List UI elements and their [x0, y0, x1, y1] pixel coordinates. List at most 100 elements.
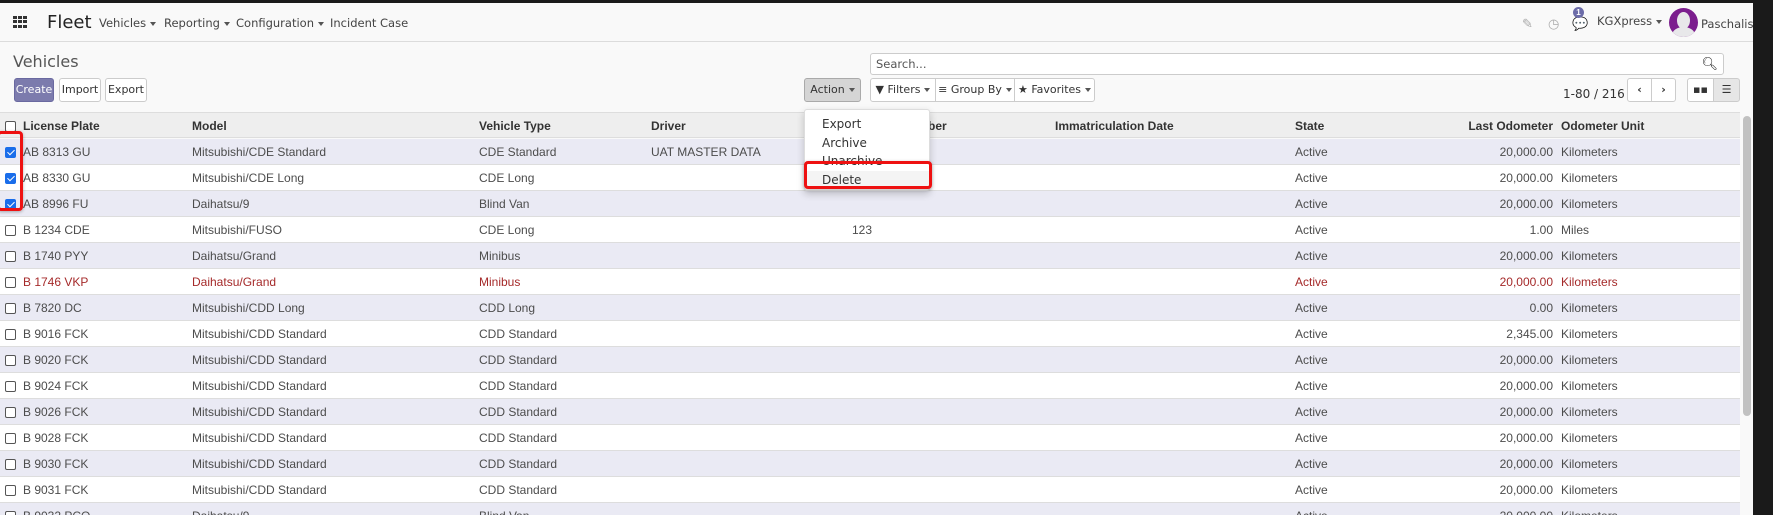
group-by-button[interactable]: ≡ Group By: [935, 78, 1015, 102]
column-header-state[interactable]: State: [1295, 113, 1324, 139]
table-scrollbar[interactable]: [1743, 116, 1751, 416]
cell-model: Daihatsu/9: [192, 503, 249, 515]
cell-model: Mitsubishi/CDD Standard: [192, 379, 327, 393]
pager-value[interactable]: 1-80 / 216: [1563, 87, 1625, 101]
caret-down-icon: [223, 21, 230, 26]
user-name[interactable]: Paschalis: [1701, 17, 1753, 31]
cell-state: Active: [1295, 301, 1328, 315]
menu-incident-case[interactable]: Incident Case: [330, 16, 408, 30]
row-checkbox[interactable]: [5, 355, 16, 366]
row-checkbox[interactable]: [5, 303, 16, 314]
cell-vehicle-type: CDD Standard: [479, 457, 558, 471]
cell-model: Daihatsu/9: [192, 197, 250, 211]
row-checkbox[interactable]: [5, 459, 16, 470]
list-view-icon[interactable]: ☰: [1713, 78, 1740, 102]
table-row[interactable]: B 9030 FCK Mitsubishi/CDD Standard CDD Sta…: [0, 451, 1740, 477]
avatar[interactable]: [1669, 8, 1698, 37]
row-checkbox[interactable]: [5, 407, 16, 418]
row-checkbox[interactable]: [5, 251, 16, 262]
table-row[interactable]: B 1746 VKP Daihatsu/Grand Minibus Active 20,…: [0, 269, 1740, 295]
cell-chassis-number: 123: [852, 223, 873, 237]
caret-down-icon: [924, 88, 931, 92]
column-header-driver[interactable]: Driver: [651, 113, 686, 139]
column-header-immatriculation-date[interactable]: Immatriculation Date: [1055, 113, 1174, 139]
row-checkbox[interactable]: [5, 433, 16, 444]
row-checkbox[interactable]: [5, 277, 16, 288]
edit-icon[interactable]: ✎: [1522, 16, 1533, 32]
clock-icon[interactable]: ◷: [1548, 16, 1559, 32]
column-header-model[interactable]: Model: [192, 113, 227, 139]
row-checkbox[interactable]: [5, 381, 16, 392]
table-row[interactable]: B 7820 DC Mitsubishi/CDD Long CDD Long Acti…: [0, 295, 1740, 321]
pager-previous-button[interactable]: ‹: [1627, 78, 1652, 102]
search-input[interactable]: [871, 54, 1681, 74]
table-row[interactable]: B 9016 FCK Mitsubishi/CDD Standard CDD Sta…: [0, 321, 1740, 347]
cell-odometer-unit: Kilometers: [1561, 503, 1618, 515]
cell-license-plate: B 7820 DC: [23, 301, 82, 315]
cell-license-plate: B 9026 FCK: [23, 405, 89, 419]
cell-license-plate: B 9032 PCO: [23, 503, 90, 515]
table-row[interactable]: B 1740 PYY Daihatsu/Grand Minibus Active 20,…: [0, 243, 1740, 269]
cell-vehicle-type: Blind Van: [479, 503, 529, 515]
cell-vehicle-type: CDD Standard: [479, 405, 558, 419]
cell-vehicle-type: CDE Standard: [479, 145, 557, 159]
menu-vehicles[interactable]: Vehicles: [99, 16, 157, 30]
menu-reporting[interactable]: Reporting: [164, 16, 230, 30]
row-checkbox[interactable]: [5, 329, 16, 340]
filters-button[interactable]: ▼ Filters: [870, 78, 936, 102]
odoo-app: Fleet Vehicles Reporting Configuration I…: [0, 3, 1753, 515]
search-icon[interactable]: 🔍︎: [1701, 56, 1718, 72]
cell-state: Active: [1295, 197, 1328, 211]
chat-icon[interactable]: 💬: [1572, 16, 1588, 32]
create-button[interactable]: Create: [14, 78, 54, 102]
export-button[interactable]: Export: [105, 78, 147, 102]
pager-next-button[interactable]: ›: [1651, 78, 1676, 102]
cell-vehicle-type: CDD Standard: [479, 379, 558, 393]
table-row[interactable]: B 9031 FCK Mitsubishi/CDD Standard CDD Sta…: [0, 477, 1740, 503]
app-brand[interactable]: Fleet: [47, 12, 92, 33]
kanban-view-icon[interactable]: ▪▪: [1687, 78, 1714, 102]
menu-item-archive[interactable]: Archive: [805, 134, 929, 153]
cell-model: Mitsubishi/CDD Standard: [192, 457, 327, 471]
cell-odometer-unit: Kilometers: [1561, 483, 1618, 497]
action-button[interactable]: Action: [804, 78, 861, 102]
column-header-vehicle-type[interactable]: Vehicle Type: [479, 113, 551, 139]
column-header-license-plate[interactable]: License Plate: [23, 113, 100, 139]
cell-odometer-unit: Kilometers: [1561, 145, 1618, 159]
cell-model: Mitsubishi/CDD Standard: [192, 405, 327, 419]
cell-license-plate: B 1746 VKP: [23, 275, 89, 289]
search-bar: 🔍︎: [870, 53, 1724, 75]
table-row[interactable]: B 9028 FCK Mitsubishi/CDD Standard CDD Sta…: [0, 425, 1740, 451]
row-checkbox[interactable]: [5, 225, 16, 236]
row-checkbox[interactable]: [5, 511, 16, 515]
column-header-last-odometer[interactable]: Last Odometer: [1468, 113, 1553, 139]
cell-odometer-unit: Kilometers: [1561, 171, 1618, 185]
cell-license-plate: AB 8330 GU: [23, 171, 91, 185]
cell-state: Active: [1295, 483, 1328, 497]
cell-state: Active: [1295, 249, 1328, 263]
menu-item-export[interactable]: Export: [805, 115, 929, 134]
apps-menu-icon[interactable]: [13, 16, 27, 28]
cell-last-odometer: 20,000.00: [1499, 457, 1553, 471]
cell-model: Mitsubishi/CDE Long: [192, 171, 305, 185]
table-row[interactable]: AB 8996 FU Daihatsu/9 Blind Van Active 20,00…: [0, 191, 1740, 217]
table-row[interactable]: B 9020 FCK Mitsubishi/CDD Standard CDD Sta…: [0, 347, 1740, 373]
menu-configuration[interactable]: Configuration: [236, 16, 324, 30]
caret-down-icon: [1085, 88, 1092, 92]
column-header-odometer-unit[interactable]: Odometer Unit: [1561, 113, 1644, 139]
group-by-label: Group By: [950, 83, 1002, 96]
company-switcher[interactable]: KGXpress: [1597, 14, 1663, 28]
cell-state: Active: [1295, 503, 1328, 515]
cell-last-odometer: 20,000.00: [1499, 249, 1553, 263]
cell-vehicle-type: CDD Long: [479, 301, 536, 315]
table-row[interactable]: B 9024 FCK Mitsubishi/CDD Standard CDD Sta…: [0, 373, 1740, 399]
favorites-button[interactable]: ★ Favorites: [1014, 78, 1095, 102]
cell-last-odometer: 20,000.00: [1499, 275, 1553, 289]
row-checkbox[interactable]: [5, 485, 16, 496]
table-row[interactable]: B 1234 CDE Mitsubishi/FUSO CDE Long 123 Acti…: [0, 217, 1740, 243]
table-row[interactable]: B 9026 FCK Mitsubishi/CDD Standard CDD Sta…: [0, 399, 1740, 425]
table-row[interactable]: B 9032 PCO Daihatsu/9 Blind Van Active 20,00…: [0, 503, 1740, 515]
cell-license-plate: B 9031 FCK: [23, 483, 89, 497]
cell-vehicle-type: CDD Standard: [479, 431, 558, 445]
import-button[interactable]: Import: [59, 78, 101, 102]
